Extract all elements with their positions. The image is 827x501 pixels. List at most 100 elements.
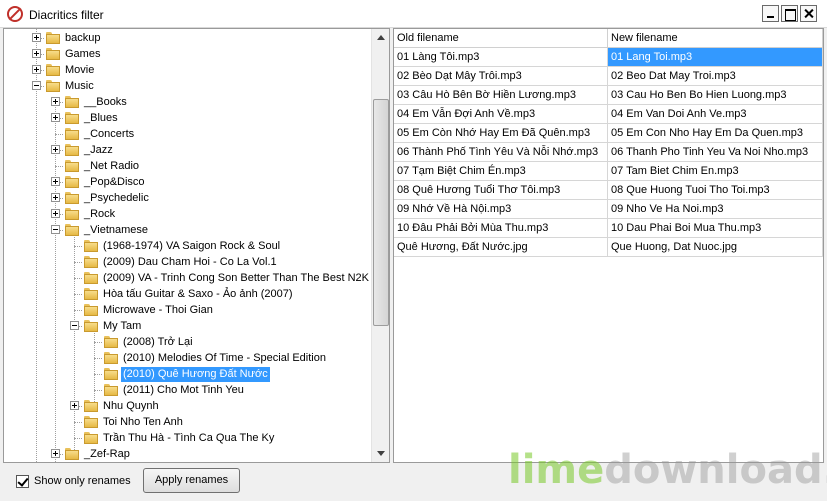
tree-node-label[interactable]: Nhu Quynh: [101, 399, 161, 414]
new-filename-cell[interactable]: 02 Beo Dat May Troi.mp3: [608, 67, 823, 85]
tree-node-label[interactable]: Music: [63, 79, 96, 94]
tree-node[interactable]: Hòa tấu Guitar & Saxo - Ảo ảnh (2007): [4, 286, 371, 302]
tree-node-label[interactable]: Microwave - Thoi Gian: [101, 303, 215, 318]
tree-node-label[interactable]: backup: [63, 31, 102, 46]
tree-node-label[interactable]: Hòa tấu Guitar & Saxo - Ảo ảnh (2007): [101, 287, 295, 302]
tree-node-label[interactable]: _Jazz: [82, 143, 115, 158]
tree-node[interactable]: _Blues: [4, 110, 371, 126]
tree-node[interactable]: (2010) Melodies Of Time - Special Editio…: [4, 350, 371, 366]
old-filename-cell[interactable]: 08 Quê Hương Tuổi Thơ Tôi.mp3: [394, 181, 608, 199]
expand-plus-icon[interactable]: [32, 33, 41, 42]
column-header-new-filename[interactable]: New filename: [608, 29, 823, 48]
tree-node[interactable]: backup: [4, 30, 371, 46]
table-row[interactable]: 07 Tạm Biệt Chim Én.mp3 07 Tam Biet Chim …: [394, 162, 823, 181]
tree-node-label[interactable]: (2010) Quê Hương Đất Nước: [121, 367, 270, 382]
tree-node-label[interactable]: _Blues: [82, 111, 120, 126]
tree-node-label[interactable]: _Net Radio: [82, 159, 141, 174]
new-filename-cell[interactable]: 04 Em Van Doi Anh Ve.mp3: [608, 105, 823, 123]
old-filename-cell[interactable]: 05 Em Còn Nhớ Hay Em Đã Quên.mp3: [394, 124, 608, 142]
expand-plus-icon[interactable]: [32, 65, 41, 74]
minimize-button[interactable]: [762, 5, 779, 22]
collapse-minus-icon[interactable]: [51, 225, 60, 234]
table-row[interactable]: 10 Đâu Phải Bởi Mùa Thu.mp3 10 Dau Phai B…: [394, 219, 823, 238]
tree-node-label[interactable]: Trần Thu Hà - Tình Ca Qua The Ky: [101, 431, 276, 446]
collapse-minus-icon[interactable]: [70, 321, 79, 330]
old-filename-cell[interactable]: 02 Bèo Dạt Mây Trôi.mp3: [394, 67, 608, 85]
old-filename-cell[interactable]: 09 Nhớ Về Hà Nội.mp3: [394, 200, 608, 218]
tree-node[interactable]: (2011) Cho Mot Tinh Yeu: [4, 382, 371, 398]
tree-node-label[interactable]: _Pop&Disco: [82, 175, 147, 190]
show-only-renames-label[interactable]: Show only renames: [34, 475, 131, 487]
old-filename-cell[interactable]: Quê Hương, Đất Nước.jpg: [394, 238, 608, 256]
tree-node[interactable]: _Rock: [4, 206, 371, 222]
tree-node-label[interactable]: Toi Nho Ten Anh: [101, 415, 185, 430]
expand-plus-icon[interactable]: [51, 193, 60, 202]
tree-node[interactable]: Music: [4, 78, 371, 94]
tree-node[interactable]: (2009) Dau Cham Hoi - Co La Vol.1: [4, 254, 371, 270]
new-filename-cell[interactable]: 09 Nho Ve Ha Noi.mp3: [608, 200, 823, 218]
old-filename-cell[interactable]: 07 Tạm Biệt Chim Én.mp3: [394, 162, 608, 180]
column-header-old-filename[interactable]: Old filename: [394, 29, 608, 48]
new-filename-cell[interactable]: 10 Dau Phai Boi Mua Thu.mp3: [608, 219, 823, 237]
tree-node[interactable]: _Zef-Rap: [4, 446, 371, 462]
table-row[interactable]: 01 Làng Tôi.mp3 01 Lang Toi.mp3: [394, 48, 823, 67]
tree-node[interactable]: _Psychedelic: [4, 190, 371, 206]
tree-node[interactable]: __Books: [4, 94, 371, 110]
table-row[interactable]: 04 Em Vẫn Đợi Anh Về.mp3 04 Em Van Doi An…: [394, 105, 823, 124]
expand-plus-icon[interactable]: [51, 113, 60, 122]
tree-node-label[interactable]: __Books: [82, 95, 129, 110]
scroll-up-arrow-icon[interactable]: [373, 30, 389, 46]
tree-node-label[interactable]: _Zef-Rap: [82, 447, 132, 462]
tree-node[interactable]: Movie: [4, 62, 371, 78]
tree-node-label[interactable]: Games: [63, 47, 102, 62]
new-filename-cell[interactable]: 05 Em Con Nho Hay Em Da Quen.mp3: [608, 124, 823, 142]
tree-node[interactable]: _Pop&Disco: [4, 174, 371, 190]
table-row[interactable]: 09 Nhớ Về Hà Nội.mp3 09 Nho Ve Ha Noi.mp3: [394, 200, 823, 219]
tree-node-label[interactable]: Movie: [63, 63, 96, 78]
collapse-minus-icon[interactable]: [32, 81, 41, 90]
table-row[interactable]: 06 Thành Phố Tình Yêu Và Nỗi Nhớ.mp3 06 T…: [394, 143, 823, 162]
expand-plus-icon[interactable]: [32, 49, 41, 58]
folder-tree[interactable]: backup Games Movie Music __Books _Blues _Conce…: [3, 28, 390, 463]
maximize-button[interactable]: [781, 5, 798, 22]
tree-node-label[interactable]: My Tam: [101, 319, 143, 334]
new-filename-cell[interactable]: Que Huong, Dat Nuoc.jpg: [608, 238, 823, 256]
expand-plus-icon[interactable]: [51, 177, 60, 186]
tree-node[interactable]: _Jazz: [4, 142, 371, 158]
tree-node[interactable]: _Net Radio: [4, 158, 371, 174]
tree-node[interactable]: _Vietnamese: [4, 222, 371, 238]
scrollbar-thumb[interactable]: [373, 99, 389, 326]
old-filename-cell[interactable]: 01 Làng Tôi.mp3: [394, 48, 608, 66]
tree-node[interactable]: Microwave - Thoi Gian: [4, 302, 371, 318]
tree-node[interactable]: Nhu Quynh: [4, 398, 371, 414]
table-row[interactable]: Quê Hương, Đất Nước.jpg Que Huong, Dat Nu…: [394, 238, 823, 257]
tree-node[interactable]: My Tam: [4, 318, 371, 334]
new-filename-cell[interactable]: 01 Lang Toi.mp3: [608, 48, 823, 66]
show-only-renames-checkbox[interactable]: [16, 475, 29, 488]
tree-node-label[interactable]: _Rock: [82, 207, 117, 222]
old-filename-cell[interactable]: 06 Thành Phố Tình Yêu Và Nỗi Nhớ.mp3: [394, 143, 608, 161]
tree-node-label[interactable]: _Concerts: [82, 127, 136, 142]
old-filename-cell[interactable]: 04 Em Vẫn Đợi Anh Về.mp3: [394, 105, 608, 123]
tree-node[interactable]: _Concerts: [4, 126, 371, 142]
tree-node-label[interactable]: _Vietnamese: [82, 223, 150, 238]
table-row[interactable]: 05 Em Còn Nhớ Hay Em Đã Quên.mp3 05 Em Co…: [394, 124, 823, 143]
table-row[interactable]: 08 Quê Hương Tuổi Thơ Tôi.mp3 08 Que Huon…: [394, 181, 823, 200]
tree-node-label[interactable]: (2010) Melodies Of Time - Special Editio…: [121, 351, 328, 366]
tree-node[interactable]: (2010) Quê Hương Đất Nước: [4, 366, 371, 382]
apply-renames-button[interactable]: Apply renames: [143, 468, 240, 493]
tree-node-label[interactable]: _Psychedelic: [82, 191, 151, 206]
tree-node-label[interactable]: (2008) Trở Lại: [121, 335, 195, 350]
table-row[interactable]: 03 Câu Hò Bên Bờ Hiền Lương.mp3 03 Cau Ho…: [394, 86, 823, 105]
new-filename-cell[interactable]: 08 Que Huong Tuoi Tho Toi.mp3: [608, 181, 823, 199]
expand-plus-icon[interactable]: [51, 449, 60, 458]
tree-node[interactable]: (2008) Trở Lại: [4, 334, 371, 350]
tree-node-label[interactable]: (2009) Dau Cham Hoi - Co La Vol.1: [101, 255, 279, 270]
expand-plus-icon[interactable]: [51, 209, 60, 218]
tree-node[interactable]: (2009) VA - Trinh Cong Son Better Than T…: [4, 270, 371, 286]
tree-node[interactable]: Trần Thu Hà - Tình Ca Qua The Ky: [4, 430, 371, 446]
tree-node-label[interactable]: (2009) VA - Trinh Cong Son Better Than T…: [101, 271, 371, 286]
tree-node[interactable]: Toi Nho Ten Anh: [4, 414, 371, 430]
new-filename-cell[interactable]: 03 Cau Ho Ben Bo Hien Luong.mp3: [608, 86, 823, 104]
tree-node[interactable]: Games: [4, 46, 371, 62]
